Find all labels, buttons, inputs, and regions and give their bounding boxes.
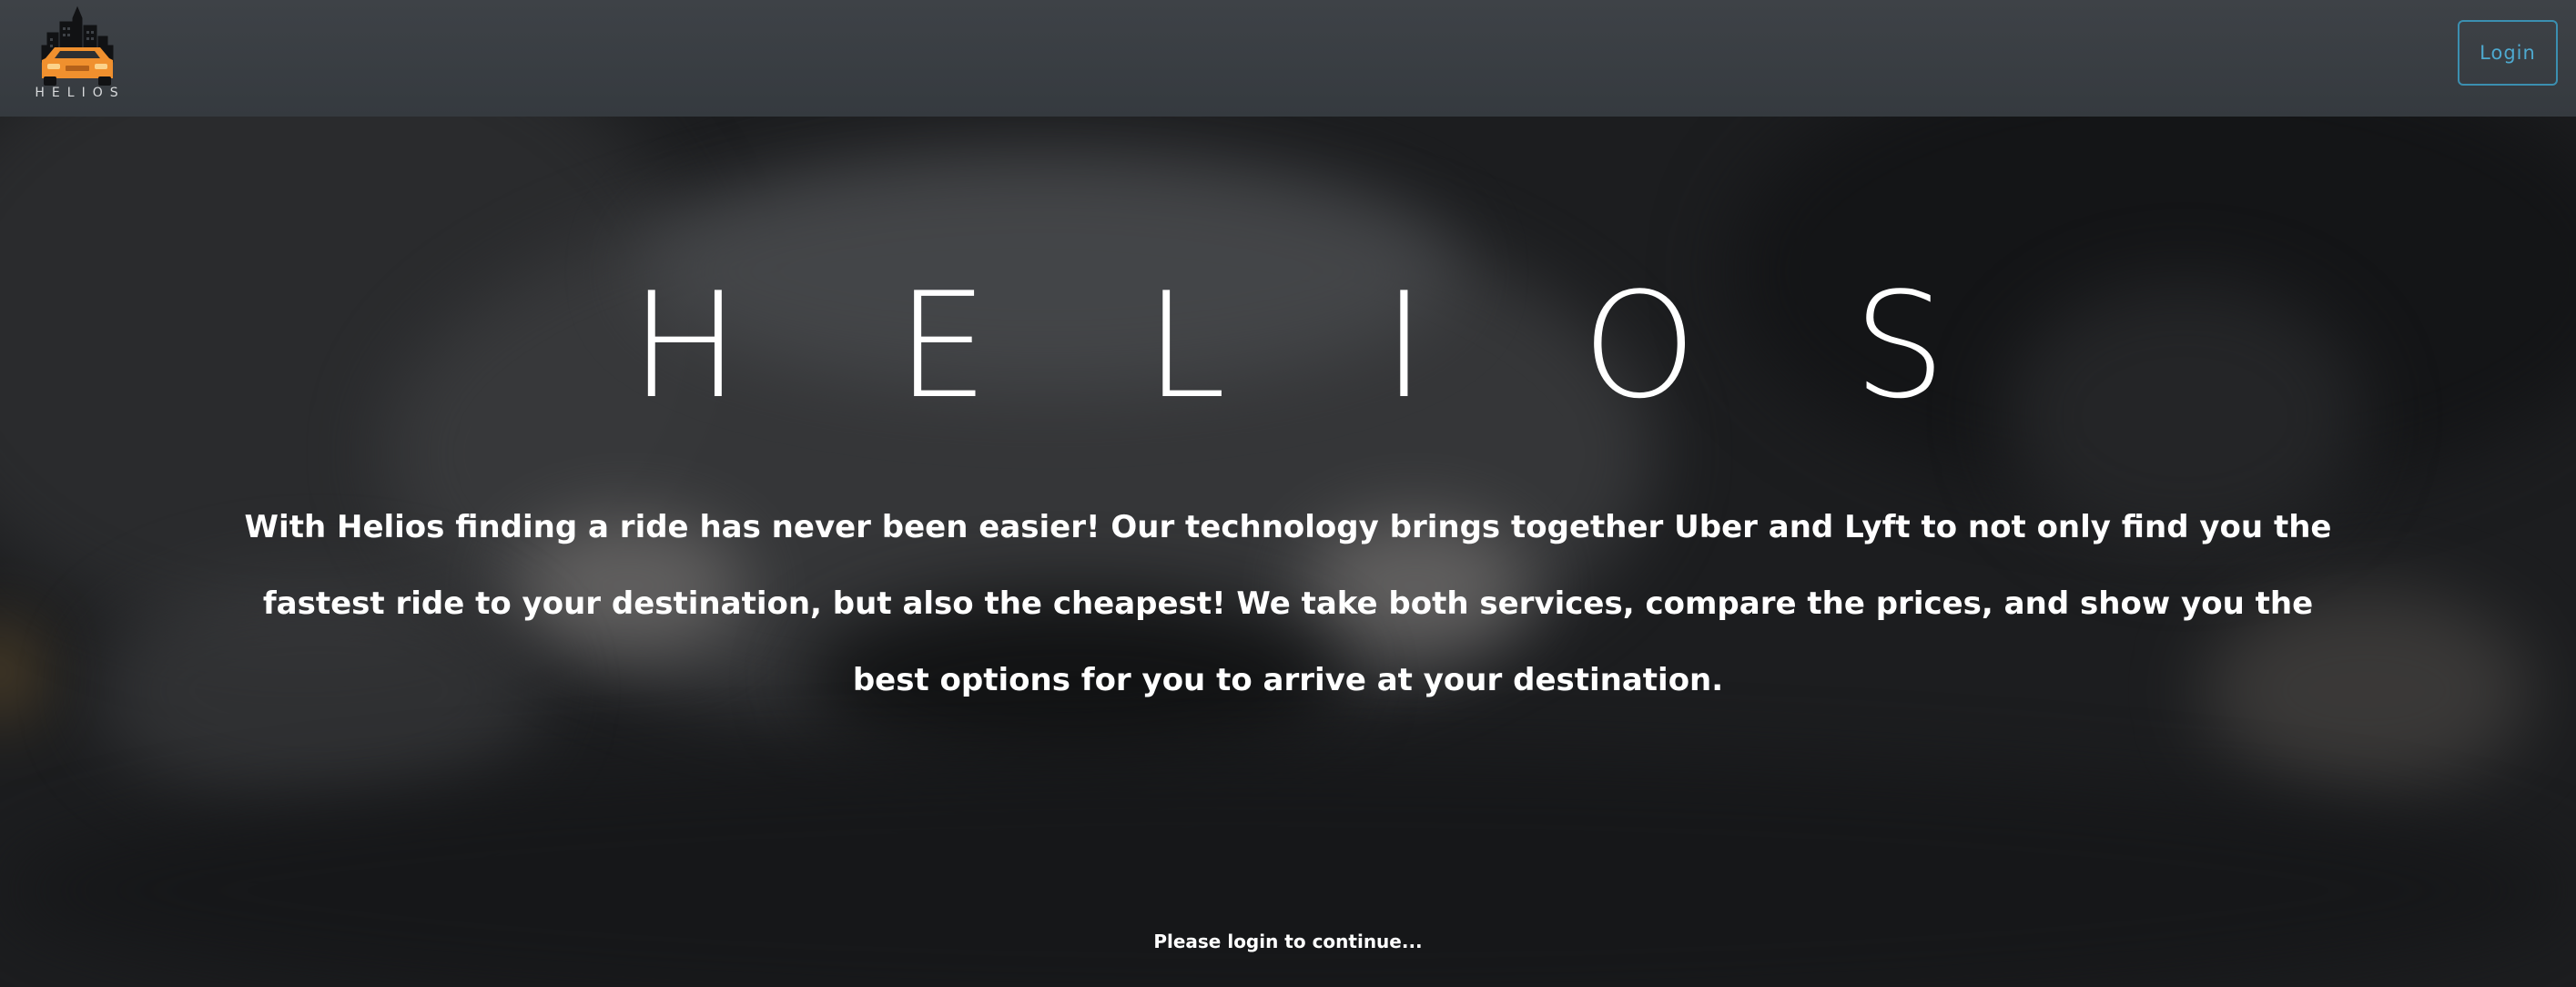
- login-prompt: Please login to continue...: [1153, 931, 1423, 952]
- hero-title: HELIOS: [630, 260, 2103, 431]
- helios-logo[interactable]: HELIOS: [27, 5, 127, 100]
- hero-description: With Helios finding a ride has never bee…: [244, 509, 2332, 698]
- top-navbar: HELIOS Login: [0, 0, 2576, 117]
- page: HELIOS Login HELIOS With Helios finding …: [0, 0, 2576, 987]
- login-button[interactable]: Login: [2458, 20, 2558, 86]
- logo-wordmark: HELIOS: [35, 86, 126, 100]
- car-skyline-icon: [41, 5, 114, 86]
